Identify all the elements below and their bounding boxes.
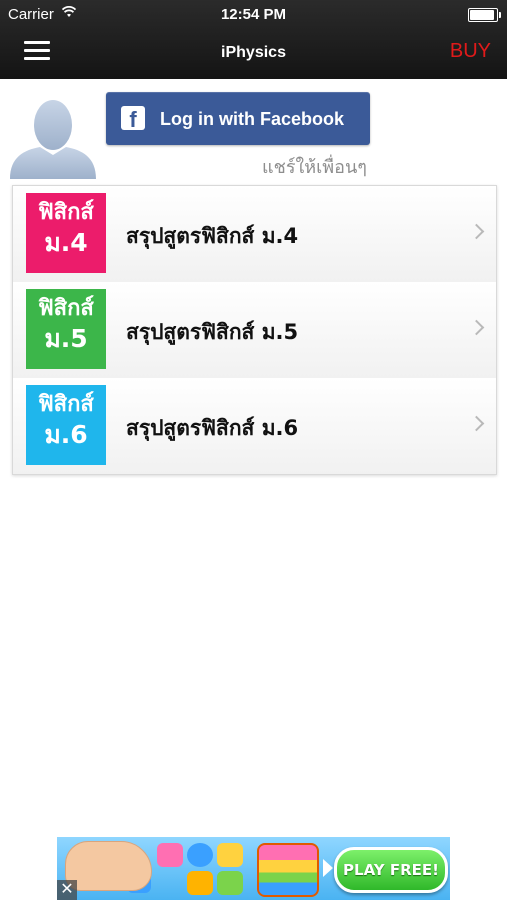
arrow-right-icon [323,859,333,877]
thumbnail-line-1: ฟิสิกส์ [38,200,94,225]
candy-icon [187,871,213,895]
course-thumbnail: ฟิสิกส์ ม.5 [26,289,106,369]
default-avatar-icon [10,100,96,179]
play-free-button[interactable]: PLAY FREE! [334,847,448,893]
candy-icon [157,843,183,867]
battery-icon [468,8,501,22]
facebook-login-button[interactable]: f Log in with Facebook [106,92,370,145]
clock: 12:54 PM [220,6,287,23]
close-icon[interactable]: ✕ [57,880,77,900]
share-with-friends-link[interactable]: แชร์ให้เพื่อนๆ [262,152,367,181]
course-thumbnail: ฟิสิกส์ ม.6 [26,385,106,465]
chevron-right-icon [468,319,485,336]
course-label: สรุปสูตรฟิสิกส์ ม.5 [126,320,299,344]
navigation-bar: Carrier 12:54 PM iPhysics BUY [0,0,507,79]
thumbnail-line-1: ฟิสิกส์ [38,296,94,321]
hand-icon [65,841,152,891]
facebook-login-label: Log in with Facebook [160,109,344,129]
thumbnail-line-2: ม.6 [44,420,88,449]
facebook-icon: f [121,106,145,130]
candy-icon [187,843,213,867]
cake-icon [257,843,319,897]
list-item[interactable]: ฟิสิกส์ ม.5 สรุปสูตรฟิสิกส์ ม.5 [13,282,496,379]
thumbnail-line-2: ม.5 [44,324,88,353]
course-label: สรุปสูตรฟิสิกส์ ม.6 [126,416,299,440]
thumbnail-line-2: ม.4 [44,228,88,257]
thumbnail-line-1: ฟิสิกส์ [38,392,94,417]
chevron-right-icon [468,415,485,432]
course-thumbnail: ฟิสิกส์ ม.4 [26,193,106,273]
list-item[interactable]: ฟิสิกส์ ม.4 สรุปสูตรฟิสิกส์ ม.4 [13,186,496,283]
candy-icon [217,871,243,895]
chevron-right-icon [468,223,485,240]
status-bar: Carrier 12:54 PM [0,0,507,28]
course-label: สรุปสูตรฟิสิกส์ ม.4 [126,224,299,248]
buy-button[interactable]: BUY [450,40,491,63]
ad-banner[interactable]: PLAY FREE! ✕ [57,837,450,900]
course-list: ฟิสิกส์ ม.4 สรุปสูตรฟิสิกส์ ม.4 ฟิสิกส์ … [12,185,497,475]
candy-icon [217,843,243,867]
list-item[interactable]: ฟิสิกส์ ม.6 สรุปสูตรฟิสิกส์ ม.6 [13,378,496,474]
page-title: iPhysics [221,44,286,61]
